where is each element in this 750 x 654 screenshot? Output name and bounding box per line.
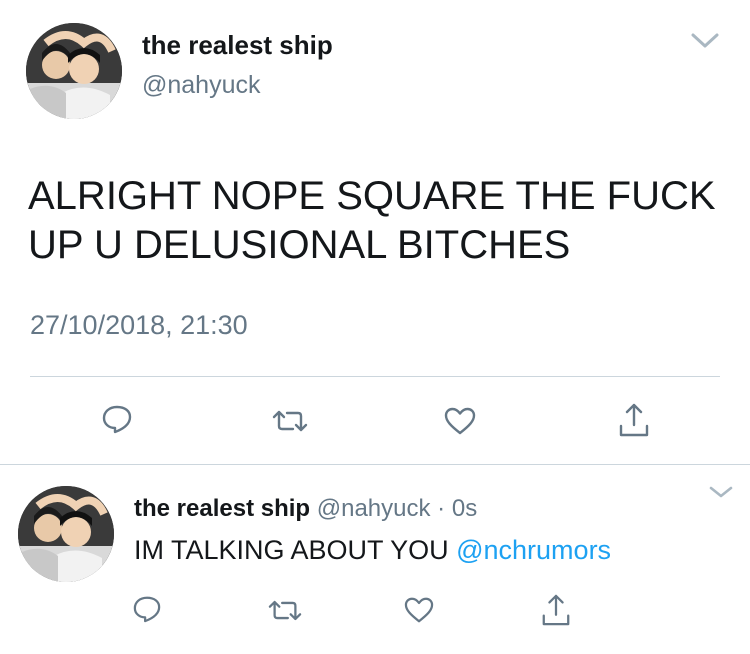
reply-text: IM TALKING ABOUT YOU @nchrumors — [134, 534, 611, 566]
handle[interactable]: @nahyuck — [142, 70, 261, 100]
reply-icon[interactable] — [132, 595, 162, 623]
handle[interactable]: @nahyuck — [317, 495, 431, 522]
mention-link[interactable]: @nchrumors — [456, 535, 611, 565]
share-icon[interactable] — [617, 402, 651, 438]
retweet-icon[interactable] — [268, 598, 302, 623]
like-icon[interactable] — [443, 406, 477, 436]
reply-tweet[interactable]: the realest ship @nahyuck · 0s IM TALKIN… — [0, 465, 750, 654]
display-name[interactable]: the realest ship — [134, 495, 310, 522]
chevron-down-icon[interactable] — [708, 485, 734, 499]
reply-body: IM TALKING ABOUT YOU — [134, 535, 449, 565]
separator: · — [437, 495, 446, 522]
reply-header: the realest ship @nahyuck · 0s — [134, 495, 477, 523]
tweet-text: ALRIGHT NOPE SQUARE THE FUCK UP U DELUSI… — [28, 172, 716, 270]
avatar[interactable] — [26, 23, 122, 119]
avatar[interactable] — [18, 486, 114, 582]
divider — [30, 376, 720, 377]
reply-icon[interactable] — [101, 404, 133, 434]
display-name[interactable]: the realest ship — [142, 30, 333, 60]
relative-time[interactable]: 0s — [452, 495, 477, 522]
share-icon[interactable] — [540, 593, 572, 627]
retweet-icon[interactable] — [272, 408, 308, 434]
like-icon[interactable] — [403, 596, 435, 624]
main-tweet: the realest ship @nahyuck ALRIGHT NOPE S… — [0, 0, 750, 465]
timestamp[interactable]: 27/10/2018, 21:30 — [30, 309, 248, 341]
tweet-text-line: UP U DELUSIONAL BITCHES — [28, 223, 571, 267]
chevron-down-icon[interactable] — [690, 32, 720, 50]
tweet-text-line: ALRIGHT NOPE SQUARE THE FUCK — [28, 174, 716, 218]
